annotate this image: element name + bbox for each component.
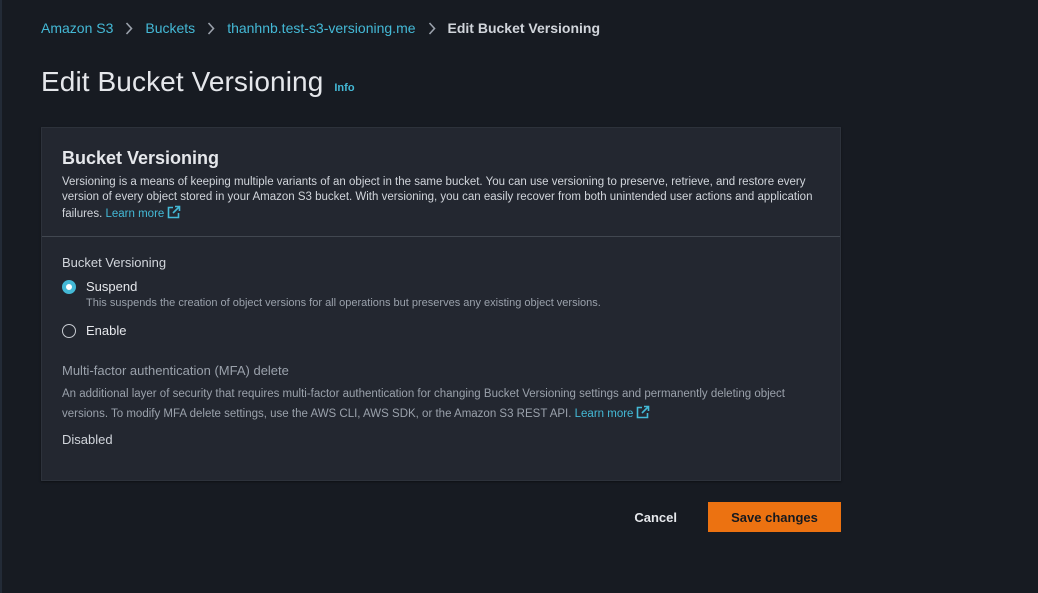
radio-option-enable[interactable]: Enable (62, 323, 820, 338)
breadcrumb-current: Edit Bucket Versioning (447, 20, 600, 36)
chevron-right-icon (125, 21, 133, 35)
bucket-versioning-panel: Bucket Versioning Versioning is a means … (41, 127, 841, 481)
external-link-icon (167, 205, 181, 224)
mfa-delete-status: Disabled (62, 432, 113, 447)
versioning-field-label: Bucket Versioning (62, 255, 167, 270)
breadcrumb-bucket-name[interactable]: thanhnb.test-s3-versioning.me (227, 20, 415, 36)
panel-body: Bucket Versioning Suspend This suspends … (42, 237, 840, 447)
mfa-delete-description: An additional layer of security that req… (62, 384, 820, 426)
save-changes-button[interactable]: Save changes (708, 502, 841, 532)
cancel-button[interactable]: Cancel (634, 510, 677, 525)
radio-suspend[interactable] (62, 280, 76, 294)
radio-enable-label[interactable]: Enable (86, 323, 126, 338)
external-link-icon (636, 405, 650, 426)
chevron-right-icon (207, 21, 215, 35)
radio-suspend-label[interactable]: Suspend (86, 279, 626, 294)
form-actions: Cancel Save changes (634, 502, 841, 532)
panel-description: Versioning is a means of keeping multipl… (62, 175, 820, 224)
info-link[interactable]: Info (334, 82, 354, 94)
mfa-delete-title: Multi-factor authentication (MFA) delete (62, 363, 289, 378)
left-edge-divider (0, 0, 2, 593)
page-title: Edit Bucket Versioning (41, 66, 324, 97)
radio-option-suspend[interactable]: Suspend This suspends the creation of ob… (62, 279, 820, 311)
breadcrumb-amazon-s3[interactable]: Amazon S3 (41, 20, 113, 36)
page-header: Edit Bucket Versioning Info (41, 66, 355, 98)
radio-enable[interactable] (62, 324, 76, 338)
mfa-learn-more-link[interactable]: Learn more (574, 405, 651, 420)
breadcrumb: Amazon S3 Buckets thanhnb.test-s3-versio… (41, 18, 600, 38)
radio-suspend-description: This suspends the creation of object ver… (86, 297, 601, 309)
panel-title: Bucket Versioning (62, 148, 220, 168)
breadcrumb-buckets[interactable]: Buckets (145, 20, 195, 36)
panel-header: Bucket Versioning Versioning is a means … (42, 128, 840, 237)
learn-more-label: Learn more (105, 208, 165, 220)
mfa-description-text: An additional layer of security that req… (62, 388, 786, 420)
chevron-right-icon (428, 21, 436, 35)
learn-more-link[interactable]: Learn more (105, 205, 181, 220)
mfa-learn-more-label: Learn more (574, 408, 634, 420)
